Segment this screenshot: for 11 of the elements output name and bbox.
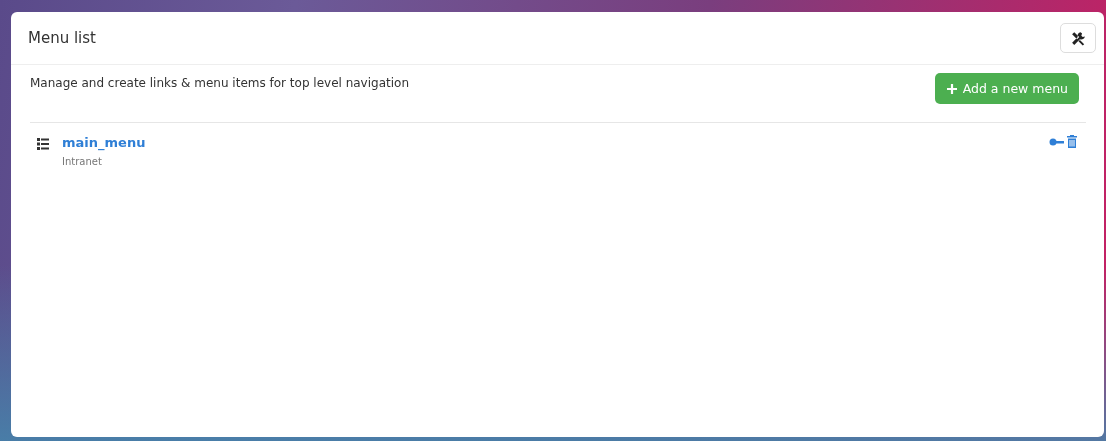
card-title: Menu list (28, 29, 96, 47)
list-icon (37, 138, 49, 150)
description-text: Manage and create links & menu items for top level navigation (30, 75, 409, 90)
plus-icon (945, 82, 958, 95)
menu-subtitle: Intranet (62, 156, 103, 167)
key-icon[interactable] (1049, 136, 1064, 147)
tools-button[interactable] (1060, 23, 1096, 53)
add-menu-button[interactable]: Add a new menu (934, 73, 1079, 104)
menu-name-link[interactable]: main_menu (62, 135, 1036, 150)
trash-icon[interactable] (1067, 135, 1077, 148)
tools-icon (1069, 29, 1087, 47)
